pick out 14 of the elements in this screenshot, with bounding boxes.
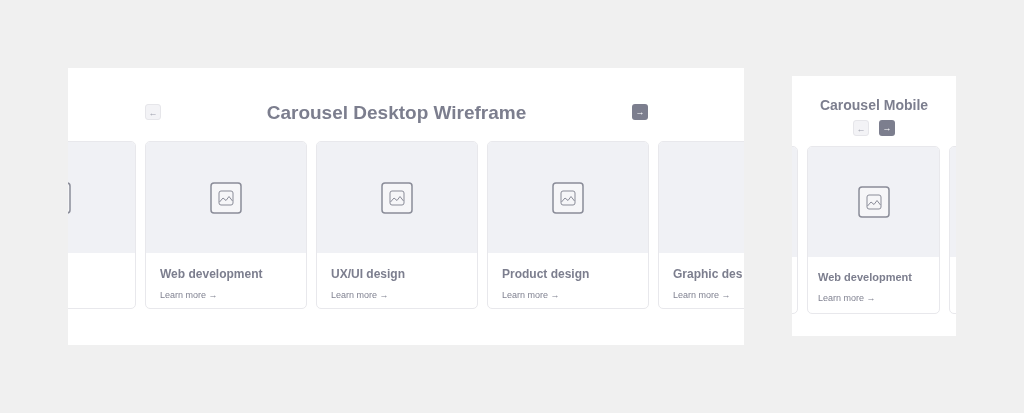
card-title: Web development	[818, 270, 913, 285]
learn-more-link[interactable]: Learn more →	[818, 292, 876, 304]
card-title: Graphic des	[673, 266, 744, 283]
card-title: Product design	[502, 266, 591, 283]
carousel-title: Carousel Mobile	[818, 98, 930, 112]
card-title: UX/UI design	[331, 266, 406, 283]
next-button[interactable]: →	[879, 120, 895, 136]
card-title: Web development	[160, 266, 264, 283]
learn-more-link[interactable]: Learn more →	[673, 290, 731, 301]
learn-more-link[interactable]: Learn more →	[331, 290, 389, 301]
carousel-title: Carousel Desktop Wireframe	[266, 102, 527, 122]
next-button[interactable]: →	[632, 104, 648, 120]
learn-more-link[interactable]: Learn more →	[160, 290, 218, 301]
learn-more-link[interactable]: Learn more →	[502, 290, 560, 301]
